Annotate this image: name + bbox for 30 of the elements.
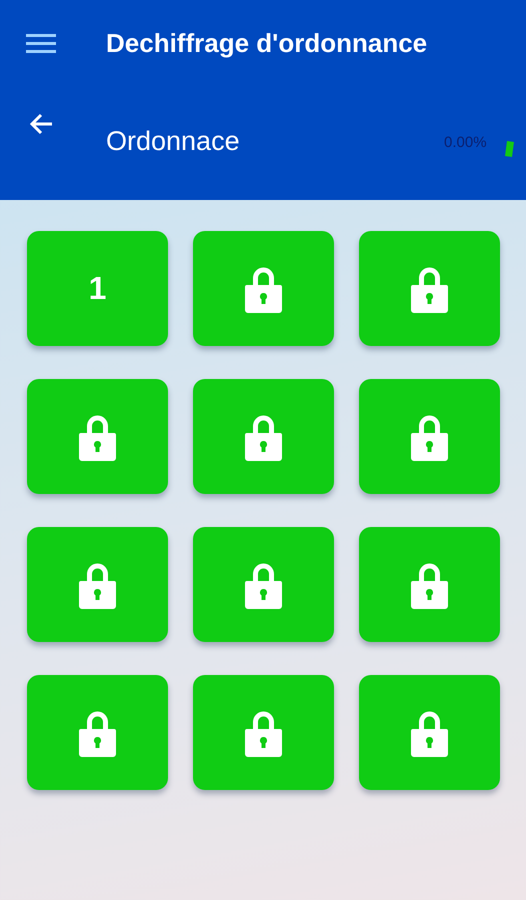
locked-level-button[interactable] [193, 527, 334, 642]
locked-level-button[interactable] [193, 379, 334, 494]
locked-level-button[interactable] [27, 675, 168, 790]
locked-level-button[interactable] [27, 527, 168, 642]
padlock-icon [411, 412, 448, 460]
app-title: Dechiffrage d'ordonnance [106, 28, 428, 58]
locked-level-button[interactable] [359, 527, 500, 642]
level-button[interactable]: 1 [27, 231, 168, 346]
progress-percentage: 0.00% [444, 134, 487, 151]
page-title: Ordonnace [106, 126, 240, 158]
locked-level-button[interactable] [27, 379, 168, 494]
padlock-icon [411, 560, 448, 608]
padlock-icon [79, 412, 116, 460]
back-button[interactable] [28, 112, 54, 136]
locked-level-button[interactable] [359, 379, 500, 494]
padlock-icon [411, 264, 448, 312]
padlock-icon [245, 708, 282, 756]
menu-button[interactable] [26, 32, 56, 54]
menu-icon [26, 32, 56, 54]
padlock-icon [79, 560, 116, 608]
locked-level-button[interactable] [193, 675, 334, 790]
locked-level-button[interactable] [359, 231, 500, 346]
padlock-icon [79, 708, 116, 756]
padlock-icon [245, 264, 282, 312]
padlock-icon [411, 708, 448, 756]
back-arrow-icon [28, 112, 54, 136]
locked-level-button[interactable] [193, 231, 334, 346]
padlock-icon [245, 560, 282, 608]
padlock-icon [245, 412, 282, 460]
locked-level-button[interactable] [359, 675, 500, 790]
